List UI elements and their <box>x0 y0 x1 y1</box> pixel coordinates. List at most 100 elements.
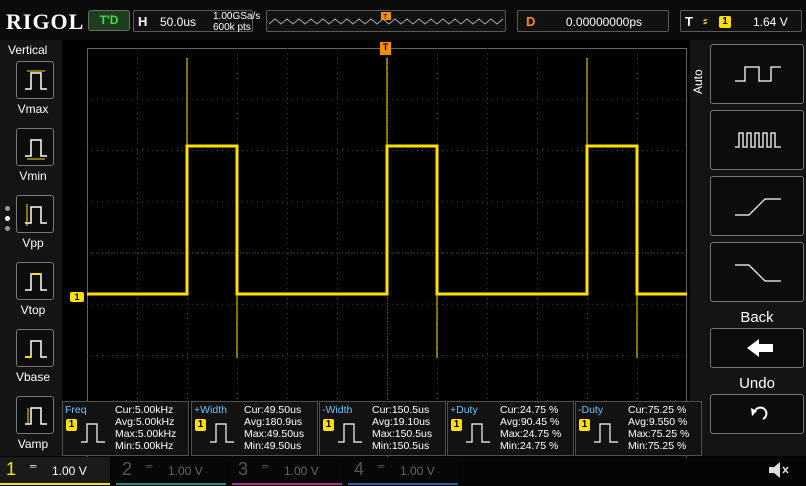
measurement-2[interactable]: +Width 1 Cur:49.50us Avg:180.9us Max:49.50us… <box>191 401 318 456</box>
measurement-source: 1 <box>451 419 462 431</box>
trigger-position-marker[interactable]: T <box>380 42 391 55</box>
pulse-train-button[interactable] <box>710 110 804 170</box>
measurement-source: 1 <box>66 419 77 431</box>
rising-edge-icon: ⸗ <box>703 13 708 28</box>
measurement-name: +Width <box>194 404 227 416</box>
vamp-label: Vamp <box>17 437 49 451</box>
dc-coupling-icon: ═ <box>262 461 269 471</box>
measurement-max: Max:49.50us <box>244 428 305 440</box>
vmax-label: Vmax <box>17 102 49 116</box>
measurement-type-icon <box>466 423 490 443</box>
speaker-icon[interactable] <box>766 459 790 486</box>
memory-overview-strip[interactable]: T <box>266 10 506 32</box>
measurement-max: Max:24.75 % <box>500 428 562 440</box>
svg-text:T: T <box>383 14 388 21</box>
channel-scale: 1.00 V <box>284 464 319 478</box>
vamp-icon <box>25 407 47 425</box>
channel-1-tab[interactable]: 1 ═ 1.00 V <box>0 457 110 485</box>
vbase-icon <box>25 340 47 358</box>
rising-slope-icon <box>735 198 781 216</box>
falling-edge-button[interactable] <box>710 242 804 302</box>
delay-readout[interactable]: D 0.00000000ps <box>517 10 669 32</box>
vamp-button[interactable] <box>16 396 54 434</box>
auto-label-text: Auto <box>691 69 705 94</box>
sample-rate: 1.00GSa/s <box>213 11 261 22</box>
channel-3-tab[interactable]: 3 ═ 1.00 V <box>232 457 342 485</box>
measurement-min: Min:75.25 % <box>628 440 687 452</box>
measurement-cur: Cur:24.75 % <box>500 404 559 416</box>
measurement-min: Min:49.50us <box>244 440 302 452</box>
channel-scale: 1.00 V <box>168 464 203 478</box>
vpp-label: Vpp <box>22 236 44 250</box>
measurement-source: 1 <box>579 419 590 431</box>
measurement-avg: Avg:180.9us <box>244 416 303 428</box>
measurement-5[interactable]: -Duty 1 Cur:75.25 % Avg:9.550 % Max:75.25 % M… <box>575 401 702 456</box>
page-dot <box>5 206 10 211</box>
back-button[interactable] <box>710 328 804 368</box>
page-dot <box>5 226 10 231</box>
trigger-label: T <box>685 14 693 29</box>
measurement-name: -Duty <box>578 404 604 416</box>
run-status-indicator[interactable]: T'D <box>88 10 130 31</box>
dc-coupling-icon: ═ <box>30 461 37 471</box>
measurement-name: Freq <box>65 404 87 416</box>
measurement-4[interactable]: +Duty 1 Cur:24.75 % Avg:90.45 % Max:24.75 % M… <box>447 401 574 456</box>
arrow-left-icon <box>747 339 773 357</box>
falling-slope-icon <box>735 264 781 282</box>
trigger-readout[interactable]: T ⸗ 1 1.64 V <box>680 10 802 32</box>
ch1-ground-marker[interactable]: 1 <box>70 292 84 302</box>
measurement-1[interactable]: Freq 1 Cur:5.00kHz Avg:5.00kHz Max:5.00kHz Mi… <box>62 401 189 456</box>
measurement-source: 1 <box>195 419 206 431</box>
measurement-3[interactable]: -Width 1 Cur:150.5us Avg:19.10us Max:150.5us… <box>319 401 446 456</box>
brand-logo: RIGOL <box>6 9 85 34</box>
channel-number: 1 <box>6 459 17 479</box>
page-dot-active <box>5 216 10 221</box>
measurement-avg: Avg:90.45 % <box>500 416 560 428</box>
channel-4-tab[interactable]: 4 ═ 1.00 V <box>348 457 458 485</box>
delay-value: 0.00000000ps <box>565 15 642 29</box>
measurement-max: Max:75.25 % <box>628 428 690 440</box>
measurement-min: Min:24.75 % <box>500 440 559 452</box>
measurement-cur: Cur:75.25 % <box>628 404 687 416</box>
channel-scale: 1.00 V <box>400 464 435 478</box>
measurement-cur: Cur:5.00kHz <box>115 404 174 416</box>
vtop-button[interactable] <box>16 262 54 300</box>
trigger-source: 1 <box>719 16 731 28</box>
memory-depth: 600k pts <box>213 22 251 33</box>
vbase-button[interactable] <box>16 329 54 367</box>
measurement-avg: Avg:9.550 % <box>628 416 688 428</box>
vmin-label: Vmin <box>19 169 47 183</box>
waveform-display[interactable] <box>87 48 687 458</box>
square-wave-icon <box>735 66 781 82</box>
measurement-source: 1 <box>323 419 334 431</box>
channel-number: 4 <box>354 459 365 479</box>
vmax-button[interactable] <box>16 61 54 99</box>
measurement-type-icon <box>594 423 618 443</box>
vmin-button[interactable] <box>16 128 54 166</box>
channel-scale: 1.00 V <box>52 464 87 478</box>
delay-label: D <box>526 14 536 29</box>
speaker-icon-svg <box>769 462 789 478</box>
rising-edge-button[interactable] <box>710 176 804 236</box>
measurement-name: -Width <box>322 404 353 416</box>
horizontal-timebase[interactable]: H 50.0us 1.00GSa/s 600k pts <box>133 10 260 33</box>
channel-2-tab[interactable]: 2 ═ 1.00 V <box>116 457 226 485</box>
measurement-avg: Avg:19.10us <box>372 416 431 428</box>
vmax-icon <box>25 70 47 90</box>
measurement-min: Min:5.00kHz <box>115 440 174 452</box>
horizontal-label: H <box>138 14 148 29</box>
vertical-panel-title: Vertical <box>8 43 48 57</box>
undo-label: Undo <box>739 375 775 392</box>
pulse-train-icon <box>735 132 781 148</box>
single-pulse-button[interactable] <box>710 44 804 104</box>
vpp-icon <box>25 204 47 226</box>
ch1-waveform <box>87 144 687 296</box>
measurement-avg: Avg:5.00kHz <box>115 416 175 428</box>
channel-number: 3 <box>238 459 249 479</box>
back-label: Back <box>740 309 774 326</box>
vtop-icon <box>25 273 47 291</box>
timebase-value: 50.0us <box>160 15 197 29</box>
vpp-button[interactable] <box>16 195 54 233</box>
undo-button[interactable] <box>710 394 804 434</box>
measurement-type-icon <box>338 423 362 443</box>
